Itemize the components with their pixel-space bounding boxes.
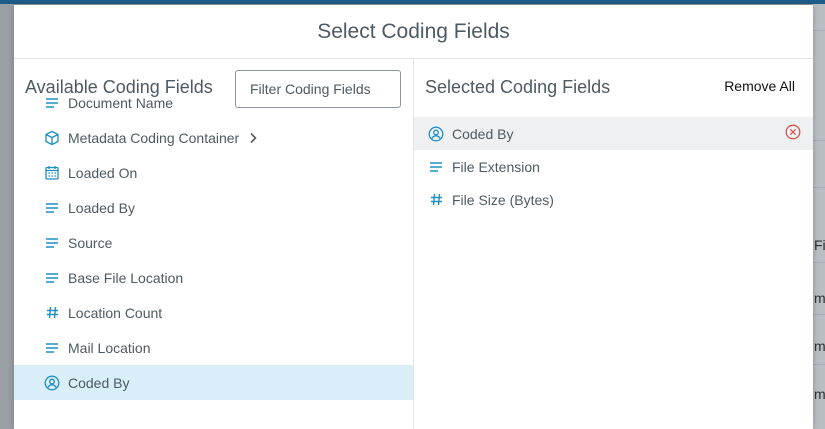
list-item-label: Location Count <box>68 304 163 321</box>
background-text: m <box>814 338 825 354</box>
background-text: Fi <box>814 237 825 253</box>
background-app-header <box>0 0 825 4</box>
list-item-label: Loaded By <box>68 199 135 216</box>
list-item-label: Document Name <box>68 94 174 111</box>
cube-icon <box>44 130 60 146</box>
selected-item-label: File Size (Bytes) <box>452 191 554 208</box>
selected-fields-heading: Selected Coding Fields <box>425 77 611 97</box>
selected-item-file-size[interactable]: File Size (Bytes) <box>414 183 813 216</box>
selected-item-label: Coded By <box>452 125 514 142</box>
selected-item-coded-by[interactable]: Coded By <box>414 117 813 150</box>
list-item-label: Source <box>68 234 113 251</box>
background-text: m <box>814 290 825 306</box>
list-item-label: Metadata Coding Container <box>68 129 240 146</box>
list-item-label: Loaded On <box>68 164 138 181</box>
list-item-document-name[interactable]: Document Name <box>14 85 413 120</box>
text-lines-icon <box>44 340 60 356</box>
list-item-coded-by[interactable]: Coded By <box>14 365 413 400</box>
calendar-icon <box>44 165 60 181</box>
available-fields-list[interactable]: Document Name Metadata Coding Container … <box>14 95 413 400</box>
background-app-content: Fi m m m <box>813 4 825 429</box>
selected-fields-pane: Selected Coding Fields Remove All Coded … <box>414 59 813 429</box>
selected-fields-header: Selected Coding Fields Remove All <box>414 59 813 117</box>
list-item-metadata-coding-container[interactable]: Metadata Coding Container <box>14 120 413 155</box>
list-item-loaded-by[interactable]: Loaded By <box>14 190 413 225</box>
remove-field-icon[interactable] <box>785 124 801 140</box>
text-lines-icon <box>44 200 60 216</box>
chevron-right-icon[interactable] <box>249 132 257 144</box>
list-item-loaded-on[interactable]: Loaded On <box>14 155 413 190</box>
selected-item-file-extension[interactable]: File Extension <box>414 150 813 183</box>
selected-item-label: File Extension <box>452 158 540 175</box>
user-circle-icon <box>44 375 60 391</box>
text-lines-icon <box>428 159 444 175</box>
list-item-source[interactable]: Source <box>14 225 413 260</box>
remove-all-button[interactable]: Remove All <box>724 78 795 94</box>
hash-icon <box>44 305 60 321</box>
list-item-base-file-location[interactable]: Base File Location <box>14 260 413 295</box>
hash-icon <box>428 192 444 208</box>
list-item-location-count[interactable]: Location Count <box>14 295 413 330</box>
user-circle-icon <box>428 126 444 142</box>
select-coding-fields-dialog: Select Coding Fields Available Coding Fi… <box>14 5 813 429</box>
dialog-title: Select Coding Fields <box>317 19 510 43</box>
selected-fields-list[interactable]: Coded By File Extension File Size (Bytes… <box>414 117 813 216</box>
list-item-mail-location[interactable]: Mail Location <box>14 330 413 365</box>
text-lines-icon <box>44 270 60 286</box>
list-item-label: Coded By <box>68 374 130 391</box>
list-item-label: Base File Location <box>68 269 184 286</box>
background-text: m <box>814 386 825 402</box>
text-lines-icon <box>44 95 60 111</box>
dialog-header: Select Coding Fields <box>14 5 813 59</box>
text-lines-icon <box>44 235 60 251</box>
list-item-label: Mail Location <box>68 339 151 356</box>
available-fields-pane: Available Coding Fields Document Name Me… <box>14 59 414 429</box>
